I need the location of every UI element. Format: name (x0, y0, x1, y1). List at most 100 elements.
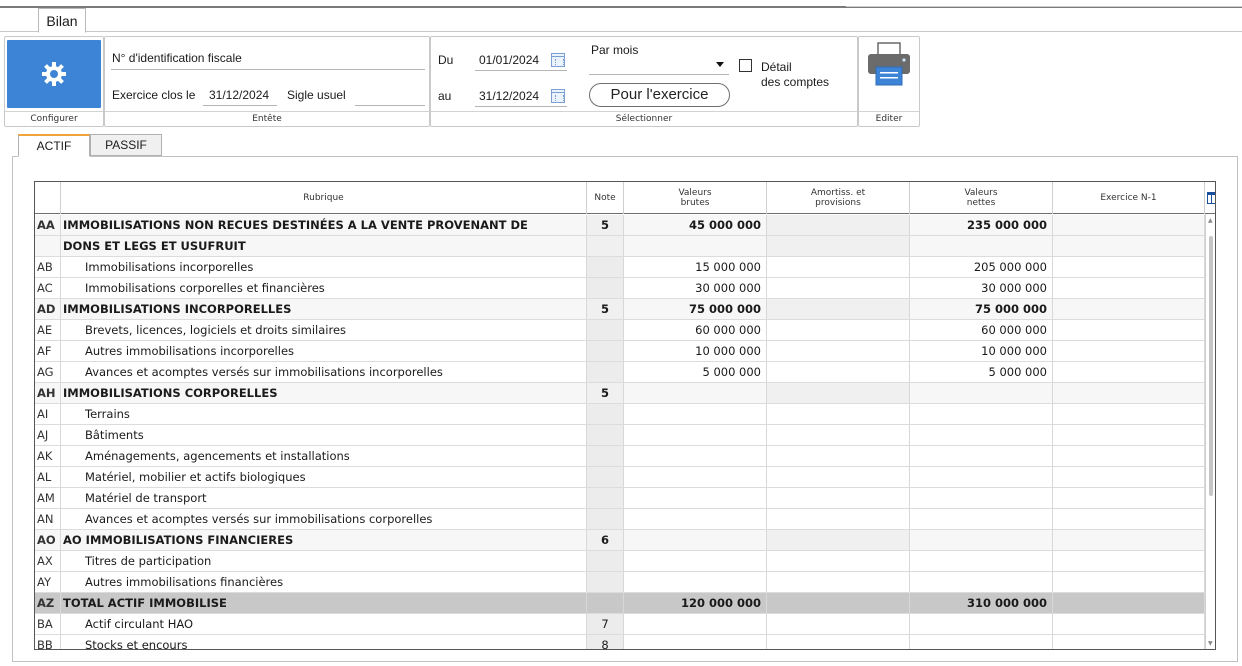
table-row[interactable]: AO AO IMMOBILISATIONS FINANCIERES 6 (35, 530, 1205, 551)
row-note[interactable] (587, 320, 624, 340)
scroll-up-arrow-icon[interactable]: ▲ (1208, 217, 1213, 224)
row-code[interactable]: AA (35, 215, 61, 235)
row-rubrique[interactable]: Avances et acomptes versés sur immobilis… (61, 362, 587, 382)
table-row[interactable]: AZ TOTAL ACTIF IMMOBILISE 120 000 000 310 0… (35, 593, 1205, 614)
table-row[interactable]: AF Autres immobilisations incorporelles 10… (35, 341, 1205, 362)
row-exercice-n1[interactable] (1053, 551, 1205, 571)
row-amortissements[interactable] (767, 383, 910, 403)
row-note[interactable] (587, 446, 624, 466)
row-note[interactable]: 6 (587, 530, 624, 550)
row-code[interactable]: AX (35, 551, 61, 571)
row-valeurs-brutes[interactable] (624, 404, 767, 424)
scroll-down-arrow-icon[interactable]: ▼ (1208, 640, 1213, 647)
row-valeurs-nettes[interactable]: 75 000 000 (910, 299, 1053, 319)
row-valeurs-brutes[interactable] (624, 488, 767, 508)
row-exercice-n1[interactable] (1053, 404, 1205, 424)
row-rubrique[interactable]: Terrains (61, 404, 587, 424)
row-rubrique[interactable]: Titres de participation (61, 551, 587, 571)
row-amortissements[interactable] (767, 215, 910, 235)
row-exercice-n1[interactable] (1053, 341, 1205, 361)
exercice-field[interactable]: 31/12/2024 (209, 88, 269, 102)
row-code[interactable]: AN (35, 509, 61, 529)
row-valeurs-nettes[interactable]: 310 000 000 (910, 593, 1053, 613)
row-valeurs-nettes[interactable] (910, 635, 1053, 649)
row-note[interactable] (587, 425, 624, 445)
row-valeurs-brutes[interactable] (624, 467, 767, 487)
row-code[interactable]: AK (35, 446, 61, 466)
row-exercice-n1[interactable] (1053, 383, 1205, 403)
row-amortissements[interactable] (767, 425, 910, 445)
row-amortissements[interactable] (767, 404, 910, 424)
table-row[interactable]: AJ Bâtiments (35, 425, 1205, 446)
row-amortissements[interactable] (767, 341, 910, 361)
header-rubrique[interactable]: Rubrique (61, 182, 587, 214)
table-row[interactable]: AC Immobilisations corporelles et financi… (35, 278, 1205, 299)
pour-exercice-button[interactable]: Pour l'exercice (589, 83, 730, 107)
row-valeurs-nettes[interactable] (910, 488, 1053, 508)
row-amortissements[interactable] (767, 467, 910, 487)
calendar-icon[interactable] (551, 89, 565, 103)
row-code[interactable]: AM (35, 488, 61, 508)
row-valeurs-nettes[interactable] (910, 572, 1053, 592)
tab-actif[interactable]: ACTIF (18, 134, 90, 157)
table-row[interactable]: AI Terrains (35, 404, 1205, 425)
row-code[interactable]: AB (35, 257, 61, 277)
row-code[interactable]: AG (35, 362, 61, 382)
table-row[interactable]: AK Aménagements, agencements et installat… (35, 446, 1205, 467)
table-row[interactable]: AB Immobilisations incorporelles 15 000 00… (35, 257, 1205, 278)
row-note[interactable]: 5 (587, 299, 624, 319)
row-exercice-n1[interactable] (1053, 572, 1205, 592)
row-note[interactable] (587, 362, 624, 382)
table-row[interactable]: AY Autres immobilisations financières (35, 572, 1205, 593)
row-rubrique[interactable]: AO IMMOBILISATIONS FINANCIERES (61, 530, 587, 550)
row-valeurs-brutes[interactable] (624, 509, 767, 529)
table-row[interactable]: AX Titres de participation (35, 551, 1205, 572)
tab-passif[interactable]: PASSIF (90, 134, 162, 156)
row-valeurs-nettes[interactable]: 235 000 000 (910, 215, 1053, 235)
row-valeurs-brutes[interactable]: 120 000 000 (624, 593, 767, 613)
row-exercice-n1[interactable] (1053, 236, 1205, 256)
row-code[interactable]: BA (35, 614, 61, 634)
row-code[interactable]: AH (35, 383, 61, 403)
row-valeurs-nettes[interactable]: 60 000 000 (910, 320, 1053, 340)
period-select[interactable]: Par mois (591, 43, 638, 57)
row-rubrique[interactable]: Bâtiments (61, 425, 587, 445)
row-valeurs-brutes[interactable] (624, 446, 767, 466)
header-valeurs-nettes[interactable]: Valeurs nettes (910, 182, 1053, 214)
row-amortissements[interactable] (767, 593, 910, 613)
row-note[interactable] (587, 257, 624, 277)
row-rubrique[interactable]: Actif circulant HAO (61, 614, 587, 634)
row-amortissements[interactable] (767, 509, 910, 529)
row-note[interactable] (587, 551, 624, 571)
row-exercice-n1[interactable] (1053, 614, 1205, 634)
row-amortissements[interactable] (767, 614, 910, 634)
row-rubrique[interactable]: Immobilisations corporelles et financièr… (61, 278, 587, 298)
row-valeurs-brutes[interactable]: 5 000 000 (624, 362, 767, 382)
column-chooser-button[interactable] (1205, 182, 1215, 214)
row-note[interactable] (587, 341, 624, 361)
table-row[interactable]: AA IMMOBILISATIONS NON RECUES DESTINÉES A… (35, 215, 1205, 236)
row-valeurs-nettes[interactable] (910, 551, 1053, 571)
row-code[interactable]: AF (35, 341, 61, 361)
du-date-field[interactable]: 01/01/2024 (479, 53, 539, 67)
row-code[interactable]: AY (35, 572, 61, 592)
row-rubrique[interactable]: Aménagements, agencements et installatio… (61, 446, 587, 466)
calendar-icon[interactable] (551, 53, 565, 67)
row-amortissements[interactable] (767, 635, 910, 649)
row-valeurs-nettes[interactable]: 5 000 000 (910, 362, 1053, 382)
row-valeurs-brutes[interactable]: 75 000 000 (624, 299, 767, 319)
table-row[interactable]: BB Stocks et encours 8 (35, 635, 1205, 649)
row-rubrique[interactable]: Autres immobilisations financières (61, 572, 587, 592)
row-code[interactable]: AE (35, 320, 61, 340)
row-amortissements[interactable] (767, 572, 910, 592)
table-row[interactable]: AG Avances et acomptes versés sur immobil… (35, 362, 1205, 383)
row-code[interactable]: AC (35, 278, 61, 298)
table-row[interactable]: BA Actif circulant HAO 7 (35, 614, 1205, 635)
row-amortissements[interactable] (767, 551, 910, 571)
row-rubrique[interactable]: Matériel, mobilier et actifs biologiques (61, 467, 587, 487)
row-note[interactable] (587, 509, 624, 529)
row-exercice-n1[interactable] (1053, 278, 1205, 298)
row-note[interactable] (587, 572, 624, 592)
vertical-scrollbar[interactable]: ▲ ▼ (1205, 214, 1215, 649)
row-valeurs-nettes[interactable] (910, 383, 1053, 403)
